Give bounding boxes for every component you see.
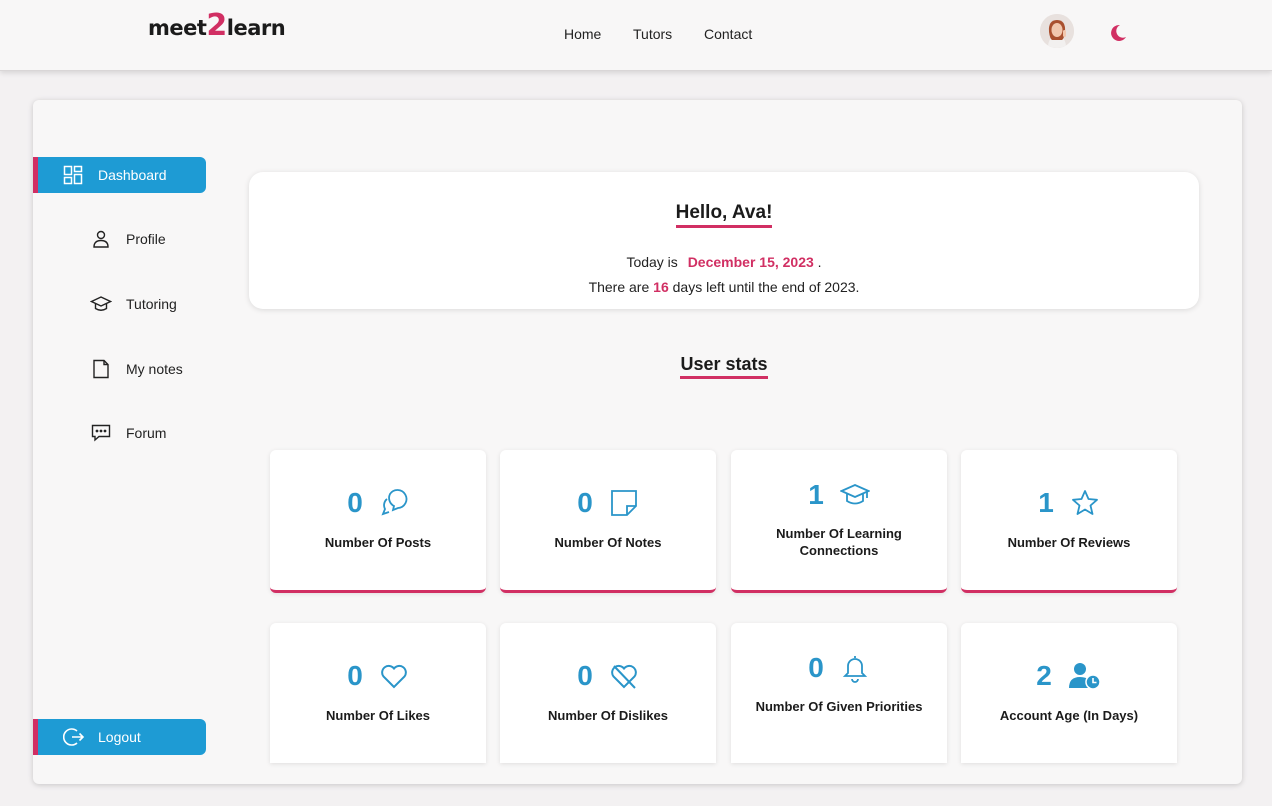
stat-top: 0	[270, 487, 486, 519]
today-date: December 15, 2023	[687, 254, 814, 270]
greeting-title: Hello, Ava!	[675, 202, 773, 228]
stat-top: 2	[961, 660, 1177, 692]
stat-label: Number Of Posts	[324, 535, 432, 550]
stat-value: 2	[1036, 660, 1052, 691]
user-clock-icon	[1068, 663, 1101, 690]
stat-value: 0	[808, 652, 824, 683]
heart-crossed-icon	[610, 664, 637, 689]
stat-card-account-age: 2 Account Age (In Days)	[961, 623, 1177, 763]
stat-value: 1	[808, 479, 824, 510]
sidebar-item-dashboard[interactable]: Dashboard	[33, 157, 206, 193]
stat-card-learning-connections: 1 Number Of Learning Connections	[731, 450, 947, 593]
stat-value: 1	[1038, 487, 1054, 518]
sidebar-item-profile[interactable]: Profile	[90, 225, 240, 255]
stat-value: 0	[347, 487, 363, 518]
sidebar-item-label: Tutoring	[126, 296, 177, 312]
stat-label: Account Age (In Days)	[999, 708, 1139, 723]
stat-top: 1	[731, 479, 947, 511]
stat-label: Number Of Given Priorities	[755, 699, 923, 714]
logo-text-learn: learn	[226, 16, 286, 40]
sidebar-item-label: Dashboard	[98, 167, 167, 183]
stat-label: Number Of Learning Connections	[776, 526, 902, 558]
stat-card-given-priorities: 0 Number Of Given Priorities	[731, 623, 947, 763]
days-left-line: There are 16 days left until the end of …	[249, 279, 1199, 295]
sticky-note-icon	[610, 490, 637, 516]
stat-label: Number Of Likes	[325, 708, 431, 723]
nav-link-contact[interactable]: Contact	[704, 26, 752, 42]
logo-text-meet: meet	[148, 16, 207, 40]
today-prefix: Today is	[626, 254, 678, 270]
top-navbar: meet2learn Home Tutors Contact	[0, 0, 1272, 71]
grid-icon	[63, 165, 83, 185]
stat-card-notes: 0 Number Of Notes	[500, 450, 716, 593]
stat-card-dislikes: 0 Number Of Dislikes	[500, 623, 716, 763]
user-avatar[interactable]	[1040, 14, 1074, 48]
stat-label: Number Of Notes	[554, 535, 662, 550]
stat-card-posts: 0 Number Of Posts	[270, 450, 486, 593]
stat-card-likes: 0 Number Of Likes	[270, 623, 486, 763]
stat-card-reviews: 1 Number Of Reviews	[961, 450, 1177, 593]
sidebar-item-label: My notes	[126, 361, 183, 377]
logout-button[interactable]: Logout	[33, 719, 206, 755]
today-suffix: .	[817, 254, 822, 270]
graduation-cap-icon	[839, 484, 870, 505]
user-stats-heading: User stats	[680, 354, 768, 379]
days-prefix: There are	[588, 279, 650, 295]
stat-value: 0	[577, 660, 593, 691]
sidebar-item-label: Forum	[126, 425, 167, 441]
heart-icon	[380, 664, 407, 689]
stat-top: 1	[961, 487, 1177, 519]
logout-label: Logout	[98, 729, 141, 745]
stat-value: 0	[347, 660, 363, 691]
nav-link-home[interactable]: Home	[564, 26, 601, 42]
note-icon	[93, 359, 109, 379]
chat-bubbles-icon	[381, 489, 408, 516]
sidebar-item-tutoring[interactable]: Tutoring	[90, 290, 240, 320]
stat-top: 0	[270, 660, 486, 692]
sidebar-item-label: Profile	[126, 231, 166, 247]
sidebar-item-my-notes[interactable]: My notes	[90, 355, 240, 385]
stat-label: Number Of Dislikes	[548, 708, 668, 723]
logo-text-two: 2	[206, 8, 227, 43]
greeting-card: Hello, Ava! Today is December 15, 2023 .…	[249, 172, 1199, 309]
dark-mode-toggle-icon[interactable]	[1108, 23, 1128, 43]
chat-icon	[91, 424, 111, 442]
nav-link-tutors[interactable]: Tutors	[633, 26, 672, 42]
sidebar-item-forum[interactable]: Forum	[90, 419, 240, 449]
stat-top: 0	[500, 660, 716, 692]
star-icon	[1071, 490, 1098, 515]
logout-icon	[63, 728, 85, 746]
today-line: Today is December 15, 2023 .	[249, 254, 1199, 270]
graduation-cap-icon	[90, 296, 112, 311]
user-stats-heading-wrap: User stats	[249, 354, 1199, 379]
stat-top: 0	[731, 652, 947, 684]
stat-top: 0	[500, 487, 716, 519]
days-left-count: 16	[653, 279, 669, 295]
site-logo[interactable]: meet2learn	[148, 11, 286, 41]
stat-label: Number Of Reviews	[1007, 535, 1131, 550]
stat-value: 0	[577, 487, 593, 518]
dashboard-panel: Dashboard Profile Tutoring My notes Foru…	[33, 100, 1242, 784]
bell-icon	[842, 656, 867, 683]
user-icon	[93, 230, 109, 248]
days-suffix: days left until the end of 2023.	[672, 279, 860, 295]
greeting-title-wrap: Hello, Ava!	[249, 202, 1199, 228]
